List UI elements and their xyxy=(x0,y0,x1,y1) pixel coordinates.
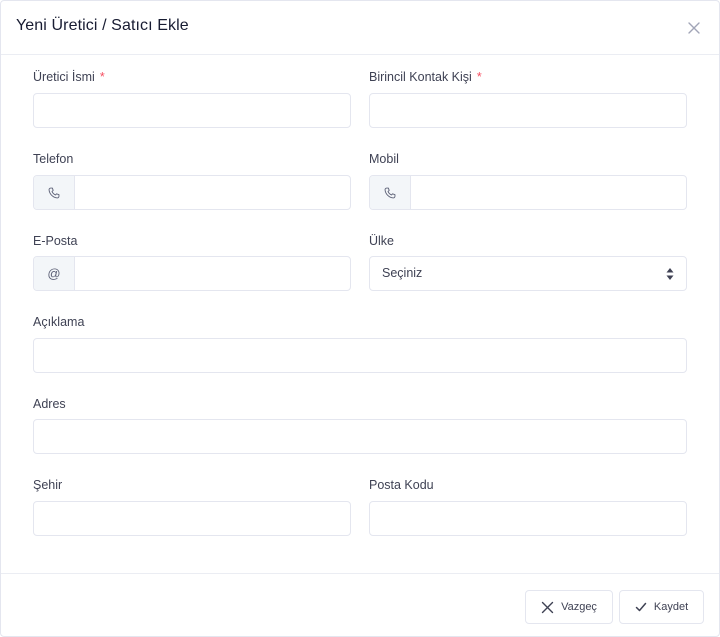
required-mark: * xyxy=(476,70,482,84)
country-select[interactable]: Seçiniz xyxy=(369,256,687,291)
modal-title: Yeni Üretici / Satıcı Ekle xyxy=(16,17,189,34)
mobile-label: Mobil xyxy=(369,152,399,166)
modal-footer: Vazgeç Kaydet xyxy=(1,573,719,636)
primary-contact-input[interactable] xyxy=(369,93,687,128)
close-button[interactable] xyxy=(685,19,703,37)
email-input[interactable] xyxy=(75,257,350,290)
manufacturer-name-input[interactable] xyxy=(33,93,351,128)
address-label: Adres xyxy=(33,397,66,411)
address-input[interactable] xyxy=(33,419,687,454)
country-selected-value: Seçiniz xyxy=(382,266,423,280)
phone-label: Telefon xyxy=(33,152,74,166)
modal-header: Yeni Üretici / Satıcı Ekle xyxy=(1,1,719,55)
phone-icon xyxy=(384,187,396,198)
sort-arrows-icon xyxy=(666,268,674,280)
email-label: E-Posta xyxy=(33,234,78,248)
email-addon: @ xyxy=(34,257,75,290)
primary-contact-label: Birincil Kontak Kişi * xyxy=(369,70,482,84)
mobile-addon xyxy=(370,176,411,209)
postal-code-label: Posta Kodu xyxy=(369,478,434,492)
add-manufacturer-modal: Yeni Üretici / Satıcı Ekle Üretici İsmi *… xyxy=(0,0,720,637)
phone-input-group xyxy=(33,175,351,210)
manufacturer-name-label: Üretici İsmi * xyxy=(33,70,105,84)
city-input[interactable] xyxy=(33,501,351,536)
save-button-label: Kaydet xyxy=(653,601,689,613)
close-icon xyxy=(688,22,700,34)
description-input[interactable] xyxy=(33,338,687,373)
mobile-input[interactable] xyxy=(411,176,686,209)
cancel-button-label: Vazgeç xyxy=(561,601,597,613)
close-icon xyxy=(541,601,554,613)
description-label: Açıklama xyxy=(33,315,85,329)
phone-icon xyxy=(48,187,60,198)
mobile-input-group xyxy=(369,175,687,210)
phone-addon xyxy=(34,176,75,209)
country-label: Ülke xyxy=(369,234,395,248)
cancel-button[interactable]: Vazgeç xyxy=(525,590,613,624)
check-icon xyxy=(635,602,647,612)
city-label: Şehir xyxy=(33,478,63,492)
save-button[interactable]: Kaydet xyxy=(619,590,704,624)
email-input-group: @ xyxy=(33,256,351,291)
required-mark: * xyxy=(99,70,105,84)
phone-input[interactable] xyxy=(75,176,350,209)
postal-code-input[interactable] xyxy=(369,501,687,536)
